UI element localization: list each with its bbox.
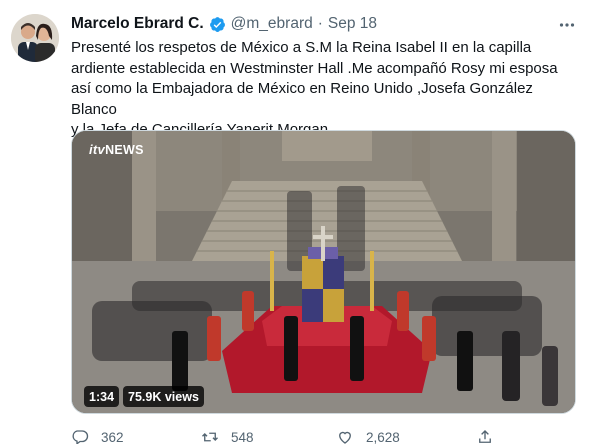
video-player[interactable]: itvNEWS 1:34 75.9K views (71, 130, 576, 414)
avatar-photo (11, 14, 59, 62)
separator-dot: · (317, 15, 323, 32)
video-views: 75.9K views (123, 386, 204, 407)
heart-icon (339, 431, 351, 444)
tweet-header: Marcelo Ebrard C. @m_ebrard · Sep 18 (71, 13, 377, 35)
tweet-date[interactable]: Sep 18 (328, 15, 377, 33)
avatar[interactable] (11, 14, 59, 62)
like-count: 2,628 (366, 429, 400, 444)
watermark-prefix: itv (89, 142, 106, 157)
share-button[interactable] (476, 428, 494, 444)
verified-badge-icon (209, 16, 226, 33)
like-button[interactable]: 2,628 (336, 428, 400, 444)
video-stats: 1:34 75.9K views (84, 386, 204, 407)
action-bar: 362 548 2,628 (71, 428, 561, 444)
retweet-icon (202, 432, 218, 442)
reply-count: 362 (101, 429, 124, 444)
share-icon (479, 430, 491, 443)
author-name[interactable]: Marcelo Ebrard C. (71, 15, 204, 33)
author-handle[interactable]: @m_ebrard (231, 15, 313, 33)
itv-news-watermark: itvNEWS (89, 142, 144, 157)
watermark-suffix: NEWS (105, 143, 144, 157)
retweet-count: 548 (231, 429, 254, 444)
more-options-icon[interactable] (558, 16, 576, 34)
tweet-text: Presenté los respetos de México a S.M la… (71, 39, 558, 138)
video-duration: 1:34 (84, 386, 120, 407)
video-frame-westminster-hall (72, 131, 575, 413)
reply-icon (72, 430, 89, 444)
reply-button[interactable]: 362 (71, 428, 124, 444)
retweet-button[interactable]: 548 (201, 428, 254, 444)
